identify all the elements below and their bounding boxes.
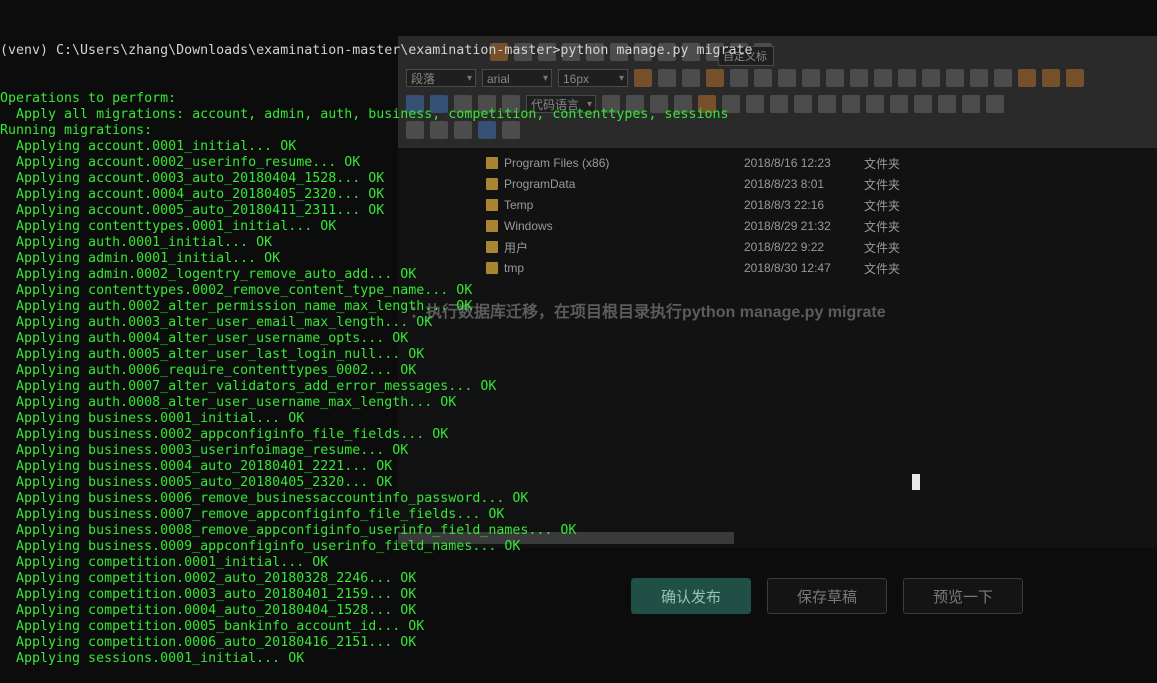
terminal-log-line: Applying business.0005_auto_20180405_232…: [0, 475, 393, 490]
terminal-log-line: Applying competition.0003_auto_20180401_…: [0, 587, 417, 602]
terminal-log-line: Applying contenttypes.0001_initial... OK: [0, 219, 337, 234]
terminal-log-line: Applying admin.0002_logentry_remove_auto…: [0, 267, 417, 282]
terminal-log-line: Applying account.0003_auto_20180404_1528…: [0, 171, 385, 186]
terminal-log-line: Applying business.0004_auto_20180401_222…: [0, 459, 393, 474]
terminal-log-line: Applying business.0007_remove_appconfigi…: [0, 507, 505, 522]
terminal-log-line: Applying business.0001_initial... OK: [0, 411, 305, 426]
terminal-log-line: Applying account.0005_auto_20180411_2311…: [0, 203, 385, 218]
terminal-log-line: Applying competition.0006_auto_20180416_…: [0, 635, 417, 650]
terminal-log-line: Applying business.0003_userinfoimage_res…: [0, 443, 409, 458]
terminal-output: (venv) C:\Users\zhang\Downloads\examinat…: [0, 11, 1157, 683]
terminal-log-line: Apply all migrations: account, admin, au…: [0, 107, 729, 122]
terminal-log-line: Applying auth.0004_alter_user_username_o…: [0, 331, 409, 346]
terminal-log-line: Applying business.0009_appconfiginfo_use…: [0, 539, 521, 554]
terminal-log-line: Applying sessions.0001_initial... OK: [0, 651, 305, 666]
terminal-log-line: Applying competition.0001_initial... OK: [0, 555, 329, 570]
terminal-log-line: Applying auth.0003_alter_user_email_max_…: [0, 315, 433, 330]
terminal-log-line: Applying competition.0004_auto_20180404_…: [0, 603, 417, 618]
terminal-log-line: Applying account.0002_userinfo_resume...…: [0, 155, 361, 170]
terminal-log-line: Applying auth.0002_alter_permission_name…: [0, 299, 473, 314]
terminal-log-line: Operations to perform:: [0, 91, 177, 106]
terminal-log-line: Applying auth.0008_alter_user_username_m…: [0, 395, 457, 410]
terminal-log-line: Applying auth.0006_require_contenttypes_…: [0, 363, 417, 378]
terminal-prompt-line: (venv) C:\Users\zhang\Downloads\examinat…: [0, 43, 753, 58]
terminal-log-line: Applying admin.0001_initial... OK: [0, 251, 281, 266]
terminal-log-line: Applying business.0002_appconfiginfo_fil…: [0, 427, 449, 442]
terminal-log-line: Applying account.0001_initial... OK: [0, 139, 297, 154]
terminal-log-line: Applying competition.0002_auto_20180328_…: [0, 571, 417, 586]
terminal-log-line: Applying competition.0005_bankinfo_accou…: [0, 619, 425, 634]
terminal-log-line: Applying contenttypes.0002_remove_conten…: [0, 283, 473, 298]
terminal-log-line: Running migrations:: [0, 123, 153, 138]
terminal-log-line: Applying business.0006_remove_businessac…: [0, 491, 529, 506]
terminal-log-line: Applying auth.0005_alter_user_last_login…: [0, 347, 425, 362]
terminal-log-line: Applying auth.0007_alter_validators_add_…: [0, 379, 497, 394]
terminal-log-line: Applying account.0004_auto_20180405_2320…: [0, 187, 385, 202]
terminal-log: Operations to perform: Apply all migrati…: [0, 91, 1157, 667]
terminal-log-line: Applying auth.0001_initial... OK: [0, 235, 273, 250]
terminal-log-line: Applying business.0008_remove_appconfigi…: [0, 523, 577, 538]
